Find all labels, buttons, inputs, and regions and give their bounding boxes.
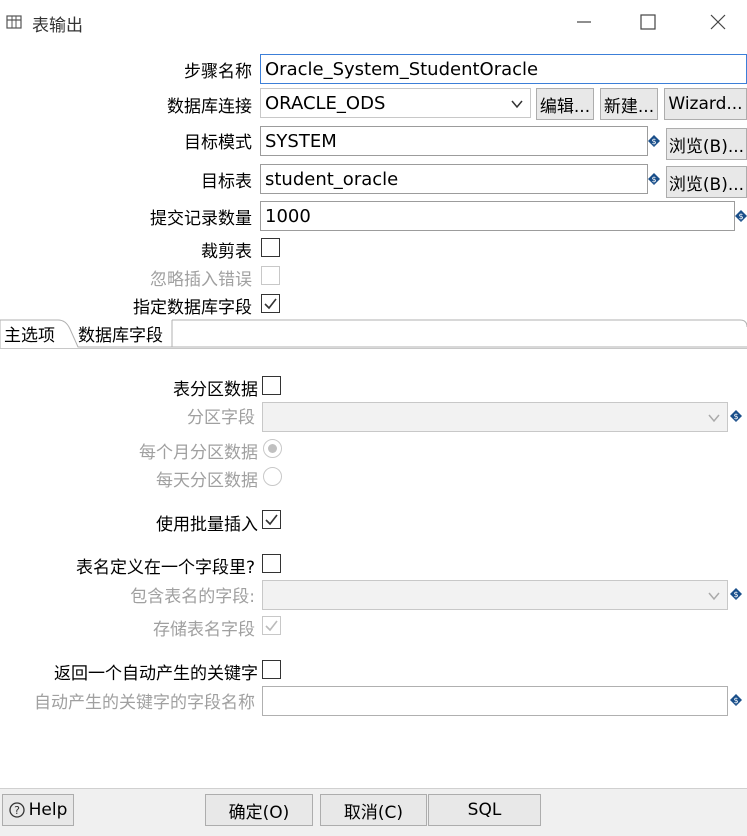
close-button[interactable] — [704, 8, 732, 36]
wizard-button[interactable]: Wizard... — [664, 88, 747, 120]
variable-icon: $ — [648, 135, 660, 147]
sql-button[interactable]: SQL — [428, 794, 541, 826]
svg-text:$: $ — [733, 590, 738, 599]
specify-fields-checkbox[interactable] — [261, 294, 280, 313]
table-label: 目标表 — [201, 172, 252, 192]
svg-text:$: $ — [733, 412, 738, 421]
connection-label: 数据库连接 — [167, 97, 252, 117]
key-field-input[interactable] — [262, 686, 728, 716]
monthly-partition-radio[interactable] — [263, 439, 282, 458]
tab-main-options[interactable]: 主选项 — [0, 319, 59, 348]
tab-strip: 主选项 数据库字段 — [0, 319, 747, 349]
table-browse-button[interactable]: 浏览(B)... — [666, 166, 747, 198]
partition-field-label: 分区字段 — [187, 408, 255, 428]
truncate-label: 裁剪表 — [201, 242, 252, 262]
help-icon: ? — [8, 802, 25, 818]
batch-insert-checkbox[interactable] — [262, 510, 281, 529]
step-name-input[interactable]: Oracle_System_StudentOracle — [260, 54, 747, 84]
daily-partition-label: 每天分区数据 — [156, 471, 258, 491]
help-button-label: Help — [28, 800, 68, 820]
truncate-checkbox[interactable] — [261, 238, 280, 257]
table-input[interactable]: student_oracle — [260, 164, 648, 194]
schema-input[interactable]: SYSTEM — [260, 126, 648, 156]
svg-text:$: $ — [651, 175, 656, 184]
svg-text:$: $ — [651, 137, 656, 146]
minimize-icon — [577, 21, 591, 23]
commit-size-input[interactable]: 1000 — [260, 201, 735, 231]
store-tablename-checkbox[interactable] — [262, 616, 281, 635]
radio-dot — [268, 444, 277, 453]
help-button[interactable]: ? Help — [2, 794, 74, 826]
svg-text:?: ? — [14, 804, 20, 817]
edit-connection-button[interactable]: 编辑... — [536, 88, 594, 120]
schema-label: 目标模式 — [184, 133, 252, 153]
monthly-partition-label: 每个月分区数据 — [139, 443, 258, 463]
variable-icon: $ — [735, 210, 747, 222]
minimize-button[interactable] — [570, 8, 598, 36]
specify-fields-label: 指定数据库字段 — [133, 298, 252, 318]
checkmark-icon — [265, 514, 278, 526]
tablename-field-label: 包含表名的字段: — [130, 587, 255, 607]
ignore-errors-checkbox[interactable] — [261, 266, 280, 285]
tablename-field-select[interactable] — [262, 580, 728, 610]
commit-size-label: 提交记录数量 — [150, 209, 252, 229]
tablename-in-field-label: 表名定义在一个字段里? — [75, 558, 255, 578]
connection-select-value: ORACLE_ODS — [265, 92, 386, 114]
return-key-checkbox[interactable] — [262, 660, 281, 679]
partition-checkbox[interactable] — [262, 376, 281, 395]
close-icon — [710, 14, 726, 30]
key-field-label: 自动产生的关键字的字段名称 — [34, 693, 255, 713]
step-name-label: 步骤名称 — [184, 62, 252, 82]
variable-icon: $ — [730, 694, 742, 706]
tablename-in-field-checkbox[interactable] — [262, 554, 281, 573]
variable-icon: $ — [730, 588, 742, 600]
checkmark-icon — [265, 620, 278, 632]
ok-button[interactable]: 确定(O) — [205, 794, 313, 826]
chevron-down-icon — [708, 414, 720, 423]
chevron-down-icon — [708, 592, 720, 601]
title-bar: 表输出 — [0, 0, 747, 44]
svg-text:$: $ — [733, 696, 738, 705]
variable-icon: $ — [730, 410, 742, 422]
return-key-label: 返回一个自动产生的关键字 — [54, 664, 258, 684]
new-connection-button[interactable]: 新建... — [600, 88, 658, 120]
batch-insert-label: 使用批量插入 — [156, 515, 258, 535]
store-tablename-label: 存储表名字段 — [153, 620, 255, 640]
cancel-button[interactable]: 取消(C) — [320, 794, 427, 826]
chevron-down-icon — [511, 100, 523, 109]
variable-icon: $ — [648, 173, 660, 185]
schema-browse-button[interactable]: 浏览(B)... — [666, 128, 747, 160]
partition-field-select[interactable] — [262, 402, 728, 432]
checkmark-icon — [264, 298, 277, 310]
ignore-errors-label: 忽略插入错误 — [150, 270, 252, 290]
window-title: 表输出 — [32, 16, 83, 36]
table-icon — [6, 15, 22, 29]
maximize-icon — [640, 14, 656, 30]
maximize-button[interactable] — [634, 8, 662, 36]
connection-select[interactable]: ORACLE_ODS — [260, 88, 531, 118]
partition-label: 表分区数据 — [173, 380, 258, 400]
tab-database-fields[interactable]: 数据库字段 — [74, 319, 167, 348]
svg-text:$: $ — [738, 212, 743, 221]
daily-partition-radio[interactable] — [263, 467, 282, 486]
